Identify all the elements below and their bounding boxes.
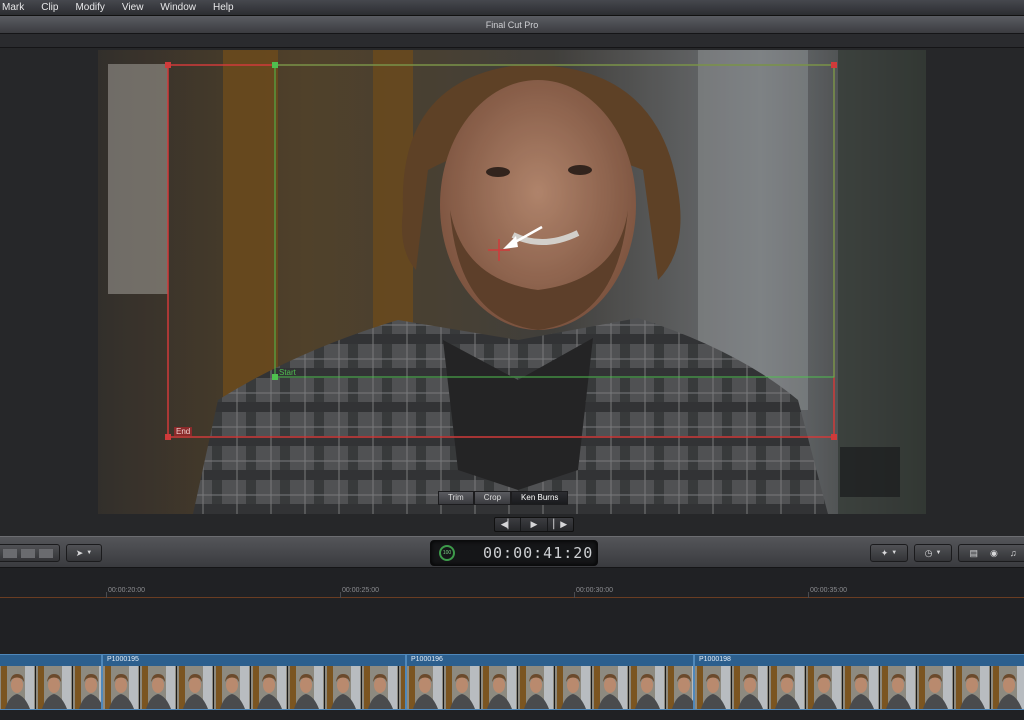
window-title: Final Cut Pro (485, 19, 539, 30)
clip-name: P1000196 (411, 656, 443, 663)
clip-thumbnail (103, 666, 140, 709)
clip-thumbnail (288, 666, 325, 709)
enhancements-button[interactable]: ✦ ▼ (870, 544, 908, 562)
viewer-header (0, 34, 1024, 48)
clip-filmstrip (407, 666, 693, 709)
retime-button[interactable]: ◷ ▼ (914, 544, 952, 562)
chevron-down-icon: ▼ (891, 550, 898, 556)
clip-thumbnail (555, 666, 592, 709)
insert-edit-icon[interactable] (21, 548, 35, 558)
magic-wand-icon: ✦ (880, 547, 889, 558)
ruler-label: 00:00:20:00 (108, 587, 145, 594)
trim-button[interactable]: Trim (438, 491, 474, 505)
step-back-icon[interactable]: ◀▏ (495, 518, 522, 531)
camera-icon[interactable]: ◉ (990, 548, 998, 559)
menu-help[interactable]: Help (213, 2, 234, 13)
clip-thumbnail (592, 666, 629, 709)
clip-filmstrip (103, 666, 405, 709)
ruler-tick (106, 592, 107, 598)
end-overlay-label: End (174, 427, 193, 436)
arrow-tool-icon: ➤ (75, 547, 84, 558)
ruler-tick (574, 592, 575, 598)
timeline-clip[interactable]: P1000196 (406, 654, 694, 710)
menu-view[interactable]: View (122, 2, 144, 13)
ruler-label: 00:00:25:00 (342, 587, 379, 594)
clip-thumbnail (843, 666, 880, 709)
browser-buttons[interactable]: ▤ ◉ ♫ (958, 544, 1024, 562)
crop-button[interactable]: Crop (473, 491, 512, 505)
step-forward-icon[interactable]: ▏▶ (548, 518, 573, 531)
clip-thumbnail (666, 666, 693, 709)
append-edit-icon[interactable] (39, 548, 53, 558)
clip-filmstrip (0, 666, 101, 709)
clip-thumbnail (73, 666, 101, 709)
clip-thumbnail (0, 666, 36, 709)
timeline: 00:00:20:00 00:00:25:00 00:00:30:00 00:0… (0, 568, 1024, 720)
primary-storyline: P1000195 P1000196 P1000198 (0, 654, 1024, 710)
ruler-label: 00:00:30:00 (576, 587, 613, 594)
crop-mode-controls: Trim Crop Ken Burns (438, 491, 569, 505)
clip-thumbnail (36, 666, 73, 709)
clip-thumbnail (140, 666, 177, 709)
menu-modify[interactable]: Modify (75, 2, 104, 13)
clip-thumbnail (954, 666, 991, 709)
ken-burns-button[interactable]: Ken Burns (511, 491, 569, 505)
clip-thumbnail (991, 666, 1024, 709)
menu-clip[interactable]: Clip (41, 2, 58, 13)
menu-mark[interactable]: Mark (2, 2, 24, 13)
timeline-ruler[interactable]: 00:00:20:00 00:00:25:00 00:00:30:00 00:0… (0, 582, 1024, 598)
clip-thumbnail (806, 666, 843, 709)
timeline-clip[interactable]: P1000195 (102, 654, 406, 710)
end-handle[interactable] (831, 434, 837, 440)
timeline-clip[interactable]: P1000198 (694, 654, 1024, 710)
clip-thumbnail (444, 666, 481, 709)
select-tool-button[interactable]: ➤ ▼ (66, 544, 102, 562)
ruler-label: 00:00:35:00 (810, 587, 847, 594)
clip-thumbnail (695, 666, 732, 709)
clip-thumbnail (251, 666, 288, 709)
clip-thumbnail (732, 666, 769, 709)
clip-thumbnail (399, 666, 405, 709)
start-overlay-label: Start (279, 368, 296, 377)
retime-icon: ◷ (924, 547, 933, 558)
clip-thumbnail (518, 666, 555, 709)
video-image (98, 50, 926, 514)
clip-thumbnail (214, 666, 251, 709)
timeline-clip[interactable] (0, 654, 102, 710)
chevron-down-icon: ▼ (86, 550, 93, 556)
ruler-tick (808, 592, 809, 598)
media-browser-icon[interactable]: ▤ (969, 548, 978, 559)
clip-thumbnail (325, 666, 362, 709)
clip-name: P1000198 (699, 656, 731, 663)
background-tasks-icon[interactable]: 100 (439, 545, 455, 561)
viewer: Start End Trim Crop Ken Burns ◀▏ ▶ ▏▶ (0, 48, 1024, 536)
clip-thumbnail (407, 666, 444, 709)
final-cut-pro-window: Mark Clip Modify View Window Help Final … (0, 0, 1024, 720)
dashboard-timecode[interactable]: 100 00:00:41:20 (430, 540, 598, 566)
clip-thumbnail (769, 666, 806, 709)
clip-filmstrip (695, 666, 1024, 709)
connect-edit-icon[interactable] (3, 548, 17, 558)
clip-thumbnail (362, 666, 399, 709)
play-icon[interactable]: ▶ (521, 518, 548, 531)
start-handle[interactable] (272, 62, 278, 68)
clip-thumbnail (629, 666, 666, 709)
toolbar: ➤ ▼ 100 00:00:41:20 ✦ ▼ ◷ ▼ ▤ ◉ ♫ (0, 536, 1024, 568)
preview-playback-controls: ◀▏ ▶ ▏▶ (494, 517, 574, 532)
clip-thumbnail (177, 666, 214, 709)
clip-thumbnail (880, 666, 917, 709)
timecode-display: 00:00:41:20 (483, 544, 594, 562)
music-icon[interactable]: ♫ (1010, 548, 1017, 558)
menu-window[interactable]: Window (160, 2, 196, 13)
ruler-tick (340, 592, 341, 598)
window-title-bar: Final Cut Pro (0, 16, 1024, 34)
clip-thumbnail (917, 666, 954, 709)
video-frame[interactable]: Start End (98, 50, 926, 514)
chevron-down-icon: ▼ (935, 550, 942, 556)
clip-name: P1000195 (107, 656, 139, 663)
edit-buttons[interactable] (0, 544, 60, 562)
menu-bar: Mark Clip Modify View Window Help (0, 0, 1024, 16)
clip-thumbnail (481, 666, 518, 709)
